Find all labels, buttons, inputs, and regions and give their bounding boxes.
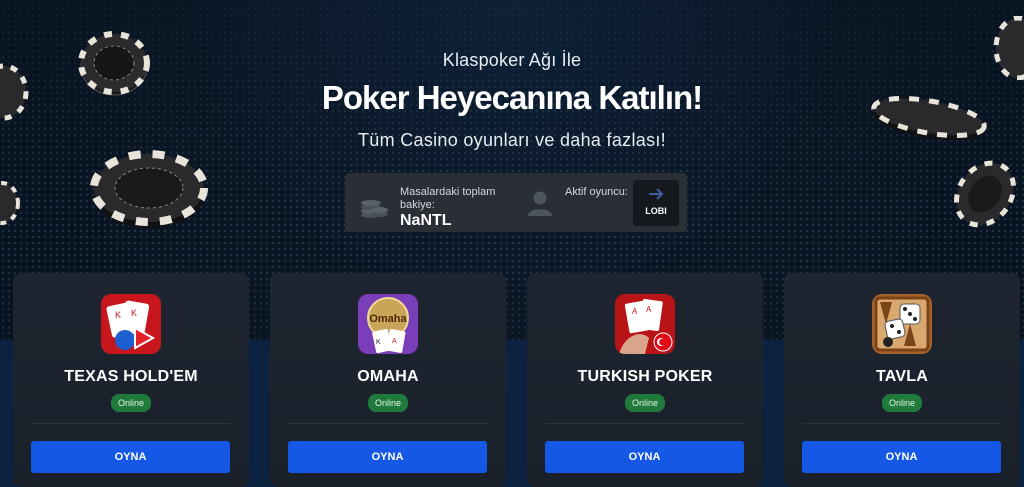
poker-chip-icon — [90, 150, 208, 228]
game-name: TEXAS HOLD'EM — [64, 368, 198, 385]
game-card-tavla: TAVLA Online OYNA — [784, 273, 1020, 487]
game-name: TURKISH POKER — [577, 368, 713, 385]
texas-holdem-icon: K K — [101, 294, 161, 354]
svg-text:A: A — [632, 307, 638, 316]
coins-icon — [361, 200, 388, 218]
poker-chip-icon — [954, 160, 1016, 228]
omaha-icon: K A Omaha — [358, 294, 418, 354]
svg-text:K: K — [376, 339, 381, 346]
play-button[interactable]: OYNA — [31, 441, 230, 473]
poker-chip-icon — [0, 181, 20, 225]
game-name: TAVLA — [876, 368, 928, 385]
status-badge: Online — [881, 394, 923, 412]
svg-text:A: A — [646, 305, 652, 314]
stats-panel: Masalardaki toplam bakiye: NaNTL Aktif o… — [345, 173, 687, 232]
game-card-texas-holdem: K K TEXAS HOLD'EM Online OYNA — [13, 273, 249, 487]
divider — [545, 423, 745, 424]
arrow-right-icon — [649, 188, 664, 200]
tavla-icon — [872, 294, 932, 354]
turkish-poker-icon: A A — [615, 294, 675, 354]
hero-title: Poker Heyecanına Katılın! — [321, 79, 703, 116]
status-badge: Online — [624, 394, 666, 412]
svg-text:A: A — [392, 338, 397, 345]
balance-value: NaNTL — [400, 212, 452, 229]
game-card-omaha: K A Omaha OMAHA Online OYNA — [270, 273, 506, 487]
divider — [288, 423, 488, 424]
divider — [31, 423, 231, 424]
hero: Klaspoker Ağı İle Poker Heyecanına Katıl… — [0, 50, 1024, 151]
user-icon — [528, 191, 552, 216]
status-badge: Online — [367, 394, 409, 412]
divider — [802, 423, 1002, 424]
play-button[interactable]: OYNA — [545, 441, 744, 473]
game-card-turkish-poker: A A TURKISH POKER Online OYNA — [527, 273, 763, 487]
omaha-logo-text: Omaha — [369, 313, 407, 325]
svg-text:K: K — [131, 308, 137, 318]
active-players-label: Aktif oyuncu: — [565, 186, 628, 198]
game-name: OMAHA — [357, 368, 419, 385]
status-badge: Online — [110, 394, 152, 412]
lobby-button[interactable]: LOBI — [633, 180, 679, 226]
lobby-label: LOBI — [645, 206, 667, 216]
svg-text:K: K — [115, 310, 121, 320]
play-button[interactable]: OYNA — [288, 441, 487, 473]
balance-label: Masalardaki toplam bakiye: — [400, 186, 496, 211]
hero-subtitle: Klaspoker Ağı İle — [442, 50, 582, 70]
play-button[interactable]: OYNA — [802, 441, 1001, 473]
hero-tagline: Tüm Casino oyunları ve daha fazlası! — [358, 130, 666, 150]
